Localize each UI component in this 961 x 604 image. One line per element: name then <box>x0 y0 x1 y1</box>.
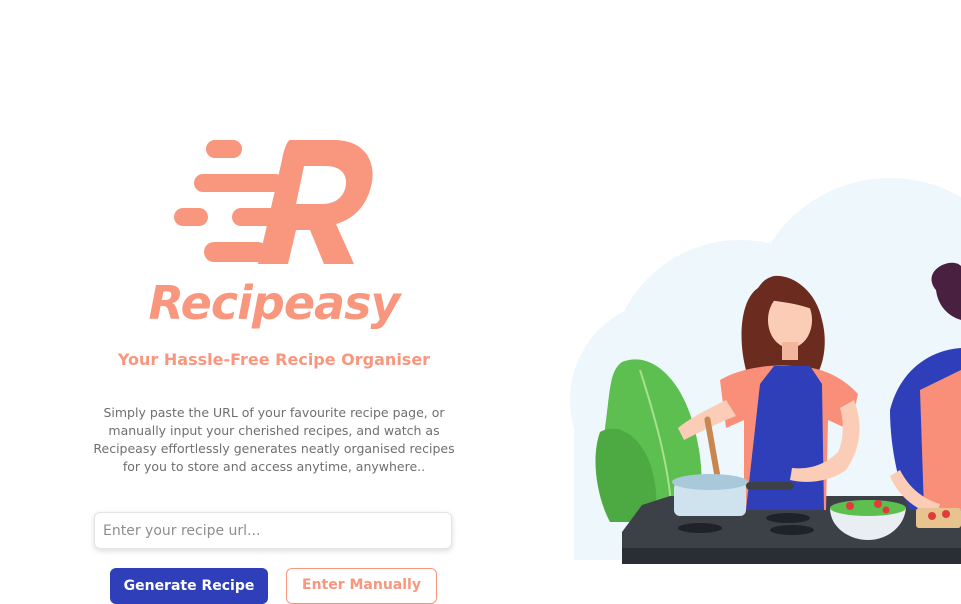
cooking-illustration <box>570 178 961 564</box>
recipe-url-input[interactable] <box>94 512 452 549</box>
brand-name: Recipeasy <box>148 276 401 330</box>
tagline: Your Hassle-Free Recipe Organiser <box>117 350 431 369</box>
recipeasy-logo-icon <box>174 140 373 264</box>
app-description: Simply paste the URL of your favourite r… <box>93 405 455 474</box>
